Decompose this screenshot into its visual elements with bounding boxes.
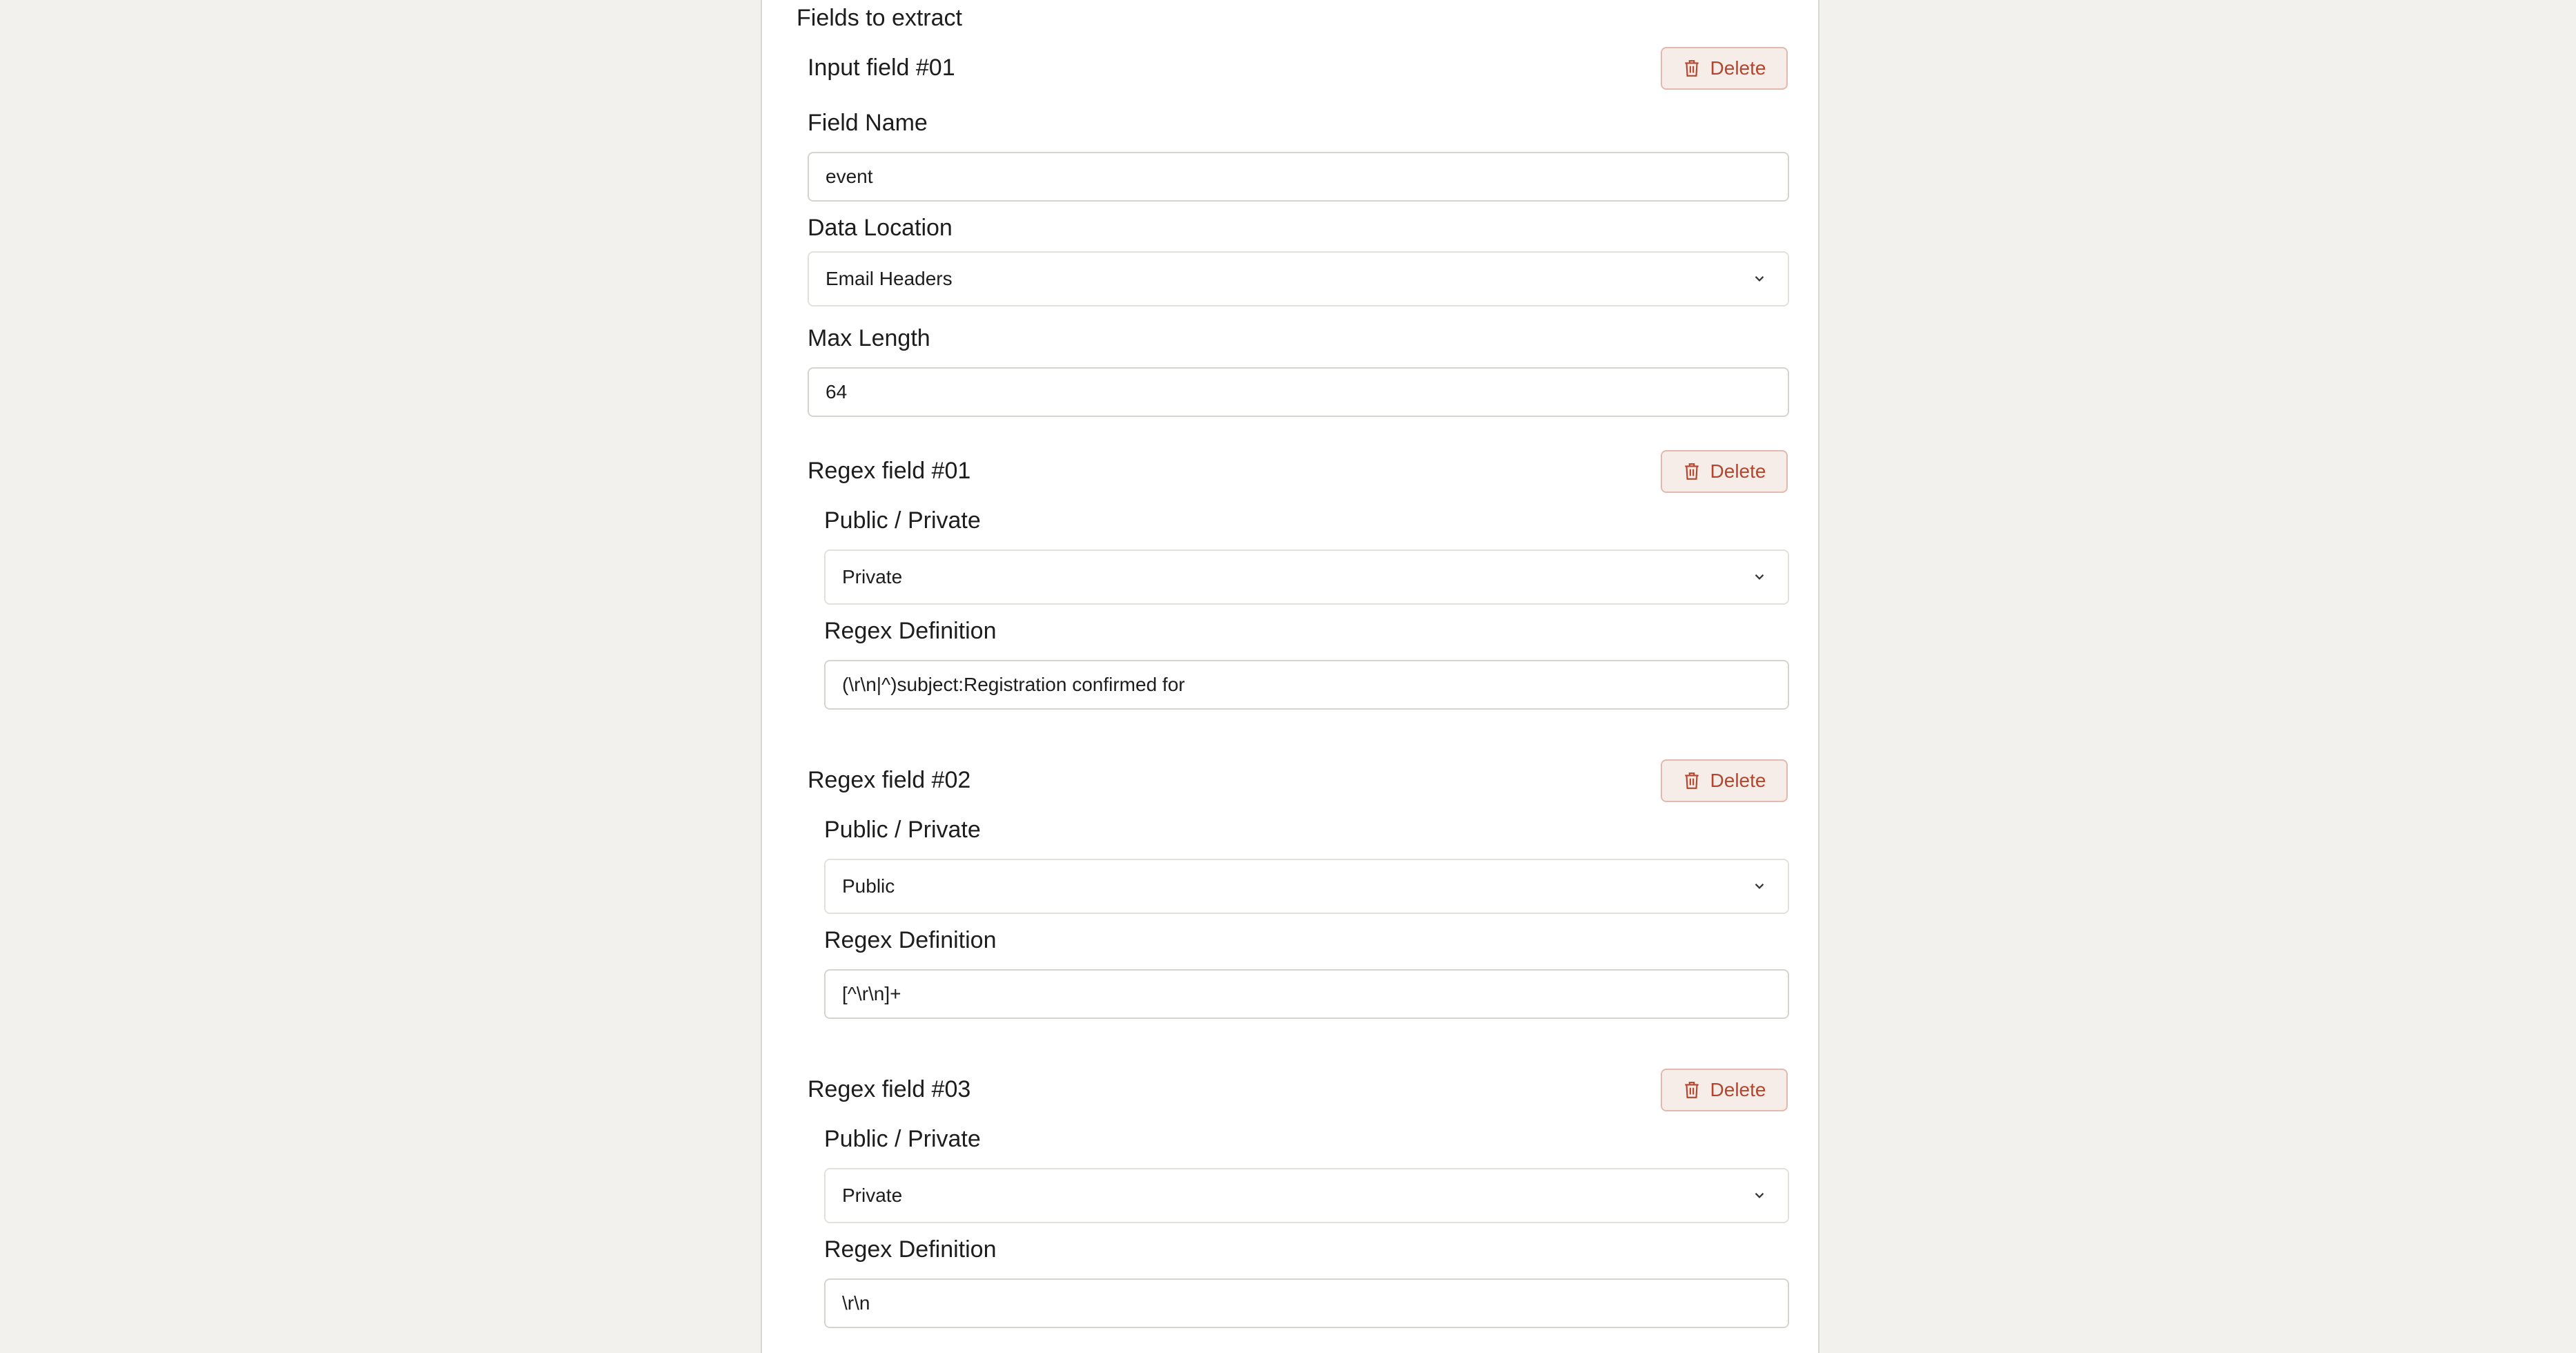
fields-panel: Fields to extract Input field #01 Delete…	[761, 0, 1819, 1353]
visibility-value: Public	[842, 875, 895, 897]
chevron-down-icon	[1755, 276, 1764, 282]
delete-label: Delete	[1710, 57, 1766, 79]
chevron-down-icon	[1755, 1193, 1764, 1198]
max-length-label: Max Length	[808, 325, 930, 351]
regex-definition-input[interactable]: (\r\n|^)subject:Registration confirmed f…	[824, 660, 1789, 710]
regex-field-title: Regex field #01	[808, 458, 971, 484]
delete-regex-field-button[interactable]: Delete	[1661, 759, 1788, 802]
visibility-select[interactable]: Private	[824, 1168, 1789, 1223]
delete-regex-field-button[interactable]: Delete	[1661, 1069, 1788, 1111]
delete-regex-field-button[interactable]: Delete	[1661, 450, 1788, 493]
visibility-label: Public / Private	[824, 817, 981, 843]
regex-field-title: Regex field #03	[808, 1076, 971, 1102]
max-length-input[interactable]: 64	[808, 367, 1789, 417]
trash-icon	[1684, 772, 1699, 789]
regex-definition-input[interactable]: \r\n	[824, 1278, 1789, 1328]
field-name-input[interactable]: event	[808, 152, 1789, 202]
regex-definition-label: Regex Definition	[824, 618, 997, 644]
regex-definition-label: Regex Definition	[824, 927, 997, 953]
chevron-down-icon	[1755, 884, 1764, 889]
visibility-value: Private	[842, 566, 903, 587]
field-name-label: Field Name	[808, 110, 928, 136]
data-location-value: Email Headers	[826, 268, 953, 289]
regex-definition-input[interactable]: [^\r\n]+	[824, 969, 1789, 1019]
visibility-label: Public / Private	[824, 1126, 981, 1152]
section-title: Fields to extract	[797, 5, 962, 31]
trash-icon	[1684, 60, 1699, 77]
visibility-value: Private	[842, 1185, 903, 1206]
chevron-down-icon	[1755, 574, 1764, 580]
visibility-select[interactable]: Public	[824, 859, 1789, 914]
input-field-title: Input field #01	[808, 55, 955, 81]
regex-definition-label: Regex Definition	[824, 1236, 997, 1263]
visibility-select[interactable]: Private	[824, 549, 1789, 605]
data-location-select[interactable]: Email Headers	[808, 251, 1789, 306]
trash-icon	[1684, 1082, 1699, 1098]
delete-label: Delete	[1710, 460, 1766, 482]
visibility-label: Public / Private	[824, 507, 981, 534]
delete-input-field-button[interactable]: Delete	[1661, 47, 1788, 90]
trash-icon	[1684, 463, 1699, 480]
delete-label: Delete	[1710, 1079, 1766, 1100]
regex-field-title: Regex field #02	[808, 767, 971, 793]
data-location-label: Data Location	[808, 215, 953, 241]
delete-label: Delete	[1710, 770, 1766, 791]
